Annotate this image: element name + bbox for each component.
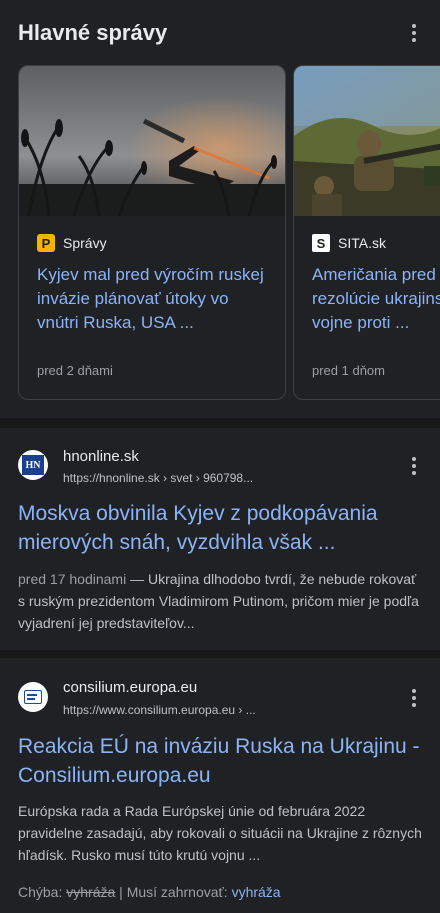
favicon-text: HN bbox=[22, 455, 44, 475]
story-image bbox=[294, 66, 440, 216]
result-title[interactable]: Reakcia EÚ na inváziu Ruska na Ukrajinu … bbox=[18, 732, 428, 790]
search-result: consilium.europa.eu https://www.consiliu… bbox=[0, 658, 440, 913]
more-vert-icon[interactable] bbox=[404, 454, 424, 478]
separator: | bbox=[119, 884, 123, 900]
must-include-label: Musí zahrnovať: bbox=[126, 884, 228, 900]
result-site-name[interactable]: consilium.europa.eu bbox=[63, 679, 197, 696]
story-image bbox=[19, 66, 285, 216]
result-url[interactable]: https://www.consilium.europa.eu › ... bbox=[63, 703, 256, 717]
section-title: Hlavné správy bbox=[18, 20, 168, 45]
story-source: S SITA.sk bbox=[312, 234, 386, 252]
story-time: pred 2 dňami bbox=[37, 363, 113, 378]
missing-terms: Chýba: vyhráža | Musí zahrnovať: vyhráža bbox=[18, 884, 281, 900]
missing-label: Chýba: bbox=[18, 884, 63, 900]
result-site-name[interactable]: hnonline.sk bbox=[63, 448, 139, 465]
section-divider bbox=[0, 418, 440, 428]
source-name: Správy bbox=[63, 235, 107, 251]
result-date: pred 17 hodinami bbox=[18, 571, 127, 587]
source-favicon: S bbox=[312, 234, 330, 252]
story-headline[interactable]: Američania pred návrh rezolúcie ukrajins… bbox=[312, 263, 440, 335]
result-snippet: Európska rada a Rada Európskej únie od f… bbox=[18, 803, 422, 863]
story-headline[interactable]: Kyjev mal pred výročím ruskej invázie pl… bbox=[37, 263, 273, 335]
story-time: pred 1 dňom bbox=[312, 363, 385, 378]
story-card[interactable]: S SITA.sk Američania pred návrh rezolúci… bbox=[293, 65, 440, 400]
more-vert-icon[interactable] bbox=[404, 21, 424, 45]
must-include-link[interactable]: vyhráža bbox=[232, 884, 281, 900]
story-card[interactable]: P Správy Kyjev mal pred výročím ruskej i… bbox=[18, 65, 286, 400]
result-snippet: pred 17 hodinami — Ukrajina dlhodobo tvr… bbox=[18, 568, 424, 634]
search-result: HN hnonline.sk https://hnonline.sk › sve… bbox=[0, 428, 440, 650]
result-url[interactable]: https://hnonline.sk › svet › 960798... bbox=[63, 471, 253, 485]
section-divider bbox=[0, 650, 440, 658]
story-source: P Správy bbox=[37, 234, 107, 252]
more-vert-icon[interactable] bbox=[404, 686, 424, 710]
source-favicon: P bbox=[37, 234, 55, 252]
document-icon bbox=[24, 690, 42, 704]
consilium-logo-icon bbox=[18, 682, 48, 712]
stories-carousel[interactable]: P Správy Kyjev mal pred výročím ruskej i… bbox=[18, 65, 440, 400]
hnonline-logo-icon: HN bbox=[18, 450, 48, 480]
missing-word: vyhráža bbox=[66, 884, 116, 900]
source-name: SITA.sk bbox=[338, 235, 386, 251]
result-title[interactable]: Moskva obvinila Kyjev z podkopávania mie… bbox=[18, 499, 428, 557]
top-stories-section: Hlavné správy P Správy Kyjev mal pred vý… bbox=[0, 0, 440, 418]
